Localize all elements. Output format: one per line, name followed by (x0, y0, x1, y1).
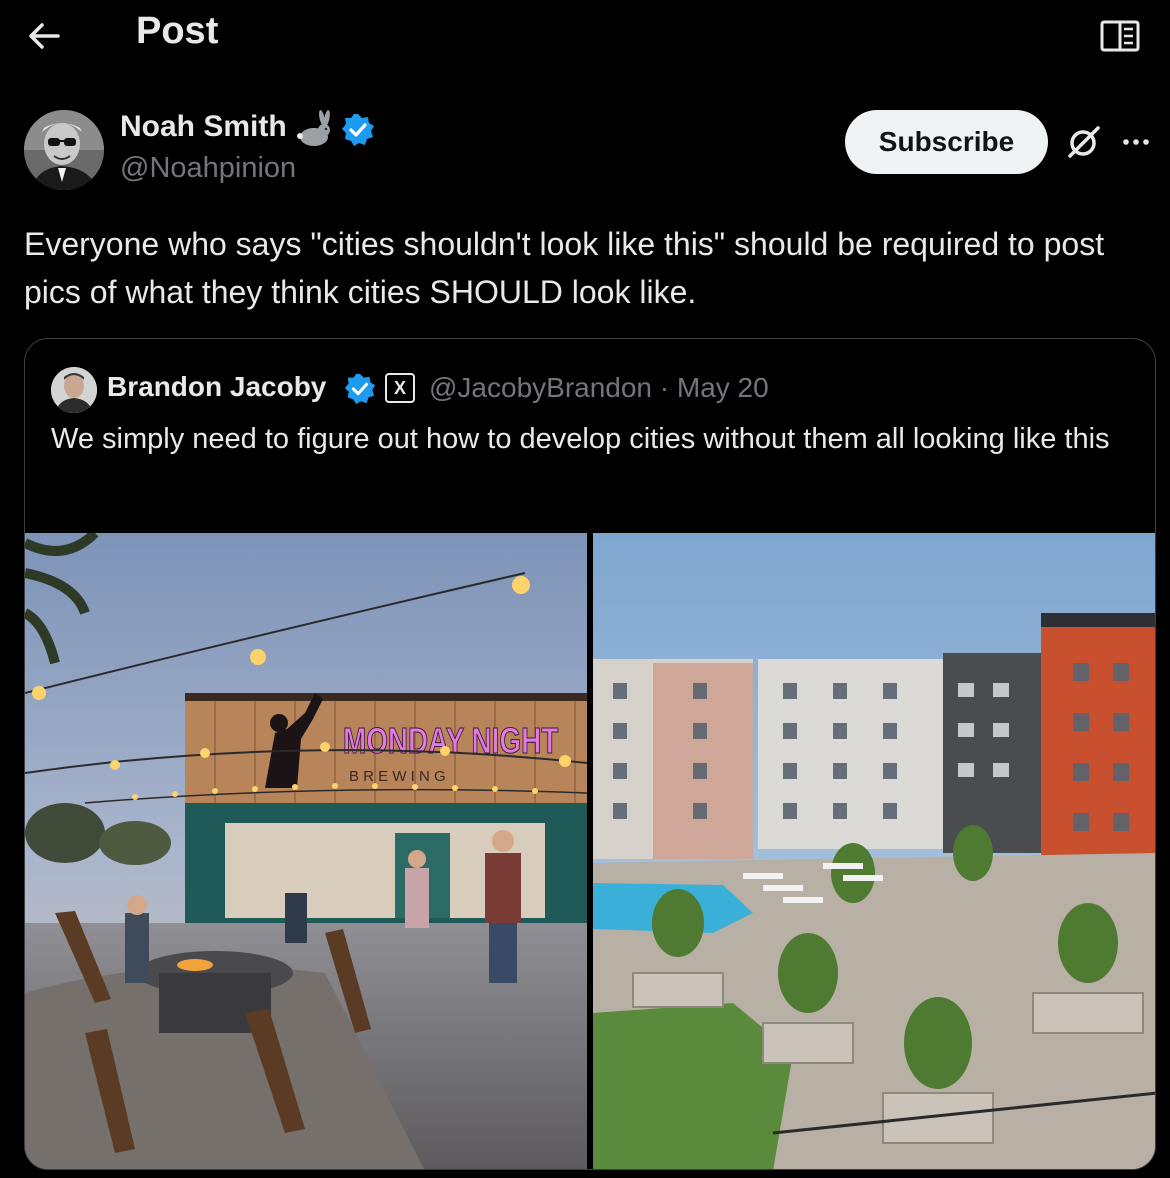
quoted-author-avatar[interactable] (51, 367, 97, 413)
verified-badge-icon (343, 372, 377, 406)
page-title: Post (136, 10, 219, 52)
quoted-author-name[interactable]: Brandon Jacoby (107, 371, 326, 403)
top-bar: Post (0, 0, 1170, 70)
arrow-left-icon (29, 23, 60, 49)
x-affiliate-badge-icon: X (385, 373, 415, 403)
rabbit-icon (292, 110, 334, 148)
sign-title: MONDAY NIGHT (343, 721, 559, 761)
author-handle[interactable]: @Noahpinion (120, 152, 296, 185)
author-name[interactable]: Noah Smith (120, 110, 287, 144)
author-avatar[interactable] (24, 110, 104, 190)
back-button[interactable] (22, 14, 66, 58)
more-options-button[interactable] (1116, 124, 1156, 160)
verified-badge-icon[interactable] (340, 112, 376, 148)
quoted-image-brewery[interactable]: MONDAY NIGHT B R E W I N G (25, 533, 587, 1169)
quoted-image-apartments[interactable] (593, 533, 1155, 1169)
reader-mode-button[interactable] (1098, 16, 1142, 56)
post-text: Everyone who says "cities shouldn't look… (24, 226, 1105, 310)
subscribe-button[interactable]: Subscribe (845, 110, 1048, 174)
quoted-author-meta: @JacobyBrandon · May 20 (429, 372, 769, 403)
grok-button[interactable] (1064, 122, 1104, 162)
post-author: Noah Smith @Noahpinion Subscribe (24, 108, 1154, 198)
quoted-post-text: We simply need to figure out how to deve… (51, 423, 1110, 455)
grok-icon (1068, 126, 1100, 158)
more-dots-icon (1123, 139, 1149, 145)
sign-subtitle: B R E W I N G (349, 768, 446, 785)
book-reader-icon (1100, 20, 1140, 52)
quoted-post-card[interactable]: Brandon Jacoby X @JacobyBrandon · May 20… (24, 338, 1156, 1170)
